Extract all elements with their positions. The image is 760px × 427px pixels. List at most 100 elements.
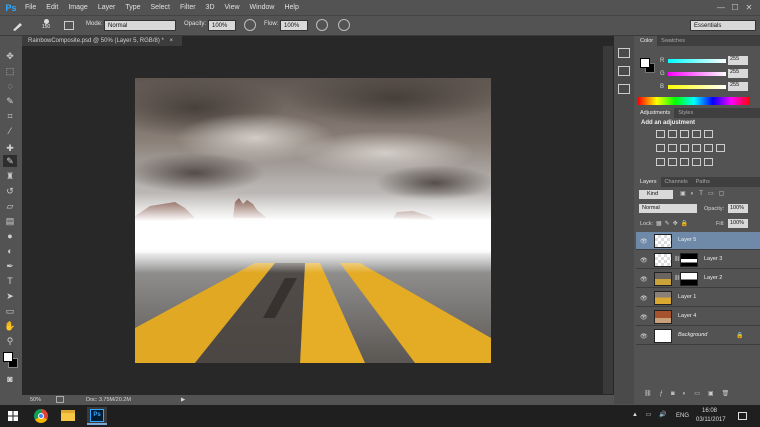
black-white-icon[interactable] [679, 144, 689, 152]
clone-stamp-tool-icon[interactable]: ♜ [3, 170, 17, 182]
delete-layer-icon[interactable]: 🗑 [722, 391, 738, 397]
lock-icons[interactable]: ▦✎✥🔒 [656, 220, 691, 227]
color-panel-fg-swatch[interactable] [640, 58, 650, 68]
channel-mixer-icon[interactable] [703, 144, 713, 152]
close-button[interactable]: ✕ [742, 2, 756, 13]
r-value[interactable]: 255 [728, 56, 748, 65]
b-value[interactable]: 255 [728, 82, 748, 91]
menu-view[interactable]: View [220, 4, 245, 11]
menu-select[interactable]: Select [146, 4, 175, 11]
photo-filter-icon[interactable] [691, 144, 701, 152]
gradient-map-icon[interactable] [691, 158, 701, 166]
airbrush-icon[interactable] [316, 19, 328, 31]
mode-select[interactable]: Normal [104, 20, 176, 31]
layer-blend-mode-select[interactable]: Normal [639, 204, 697, 213]
layer-row-background[interactable]: 👁 Background 🔒 [636, 327, 760, 345]
new-adjustment-icon[interactable]: ◐ [683, 391, 695, 397]
eraser-tool-icon[interactable]: ▱ [3, 200, 17, 212]
layer-mask-thumbnail[interactable] [680, 272, 698, 286]
file-explorer-taskbar-icon[interactable] [61, 410, 75, 421]
history-brush-tool-icon[interactable]: ↺ [3, 185, 17, 197]
tab-adjustments[interactable]: Adjustments [636, 108, 675, 118]
path-select-tool-icon[interactable]: ➤ [3, 290, 17, 302]
r-slider[interactable] [668, 59, 726, 63]
quick-mask-icon[interactable]: ◙ [3, 373, 17, 385]
brightness-contrast-icon[interactable] [655, 130, 665, 138]
brush-tool-active-icon[interactable]: ✎ [3, 155, 17, 167]
photoshop-taskbar-icon[interactable]: Ps [87, 407, 107, 425]
brush-preset-picker[interactable]: 150 [38, 18, 54, 34]
layer-visibility-eye-icon[interactable]: 👁 [640, 238, 648, 245]
status-menu-arrow-icon[interactable]: ▶ [181, 397, 185, 403]
layer-visibility-eye-icon[interactable]: 👁 [640, 295, 648, 302]
layer-mask-thumbnail[interactable] [680, 253, 698, 267]
vibrance-icon[interactable] [703, 130, 713, 138]
opacity-input[interactable]: 100% [208, 20, 236, 31]
menu-edit[interactable]: Edit [41, 4, 63, 11]
chrome-taskbar-icon[interactable] [34, 409, 48, 423]
menu-file[interactable]: File [20, 4, 41, 11]
zoom-tool-icon[interactable]: ⚲ [3, 335, 17, 347]
brush-tool-icon[interactable] [10, 20, 24, 32]
new-group-icon[interactable]: ▭ [694, 391, 708, 397]
tab-paths[interactable]: Paths [692, 177, 714, 187]
image-canvas[interactable] [135, 78, 491, 363]
invert-icon[interactable] [655, 158, 665, 166]
levels-icon[interactable] [667, 130, 677, 138]
menu-help[interactable]: Help [279, 4, 303, 11]
color-balance-icon[interactable] [667, 144, 677, 152]
spectrum-ramp[interactable] [638, 97, 750, 105]
tab-color[interactable]: Color [636, 36, 658, 46]
tray-icons[interactable]: ▲ ▭ 🔊 [632, 411, 669, 418]
gradient-tool-icon[interactable]: ▤ [3, 215, 17, 227]
dodge-tool-icon[interactable]: ◐ [3, 245, 17, 257]
layer-name[interactable]: Layer 2 [704, 275, 722, 281]
action-center-icon[interactable] [738, 412, 747, 420]
layer-row-layer-4[interactable]: 👁 Layer 4 [636, 308, 760, 326]
workspace-select[interactable]: Essentials [690, 20, 756, 31]
layer-name[interactable]: Layer 5 [678, 237, 696, 243]
hand-tool-icon[interactable]: ✋ [3, 320, 17, 332]
shape-tool-icon[interactable]: ▭ [3, 305, 17, 317]
tab-styles[interactable]: Styles [674, 108, 697, 118]
menu-filter[interactable]: Filter [175, 4, 201, 11]
clock-date[interactable]: 03/11/2017 [696, 417, 726, 423]
tab-swatches[interactable]: Swatches [657, 36, 689, 46]
lasso-tool-icon[interactable]: ◌ [3, 80, 17, 92]
pressure-size-icon[interactable] [338, 19, 350, 31]
color-lookup-icon[interactable] [715, 144, 725, 152]
layer-opacity-input[interactable]: 100% [728, 204, 748, 213]
menu-window[interactable]: Window [245, 4, 280, 11]
clock-time[interactable]: 16:08 [702, 408, 717, 414]
status-export-icon[interactable] [56, 396, 64, 403]
g-slider[interactable] [668, 72, 726, 76]
type-tool-icon[interactable]: T [3, 275, 17, 287]
exposure-icon[interactable] [691, 130, 701, 138]
document-tab-close-icon[interactable]: × [170, 38, 174, 44]
quick-select-tool-icon[interactable]: ✎ [3, 95, 17, 107]
new-layer-icon[interactable]: ▣ [708, 391, 722, 397]
menu-image[interactable]: Image [63, 4, 92, 11]
properties-panel-icon[interactable] [618, 66, 630, 76]
foreground-color-swatch[interactable] [3, 352, 13, 362]
brush-panel-toggle-icon[interactable] [64, 21, 74, 30]
layer-name[interactable]: Layer 3 [704, 256, 722, 262]
move-tool-icon[interactable]: ✥ [3, 50, 17, 62]
crop-tool-icon[interactable]: ⌗ [3, 110, 17, 122]
layer-style-icon[interactable]: ƒ [660, 391, 671, 397]
history-panel-icon[interactable] [618, 48, 630, 58]
flow-input[interactable]: 100% [280, 20, 308, 31]
menu-type[interactable]: Type [120, 4, 145, 11]
layer-name[interactable]: Layer 4 [678, 313, 696, 319]
layer-visibility-eye-icon[interactable]: 👁 [640, 333, 648, 340]
fill-input[interactable]: 100% [728, 219, 748, 228]
pressure-opacity-icon[interactable] [244, 19, 256, 31]
b-slider[interactable] [668, 85, 726, 89]
threshold-icon[interactable] [679, 158, 689, 166]
eyedropper-tool-icon[interactable]: ⁄ [3, 125, 17, 137]
zoom-level[interactable]: 50% [30, 397, 50, 403]
healing-brush-tool-icon[interactable]: ✚ [3, 142, 17, 154]
layer-row-layer-5[interactable]: 👁 Layer 5 [636, 232, 760, 250]
windows-start-icon[interactable] [8, 411, 18, 421]
selective-color-icon[interactable] [703, 158, 713, 166]
